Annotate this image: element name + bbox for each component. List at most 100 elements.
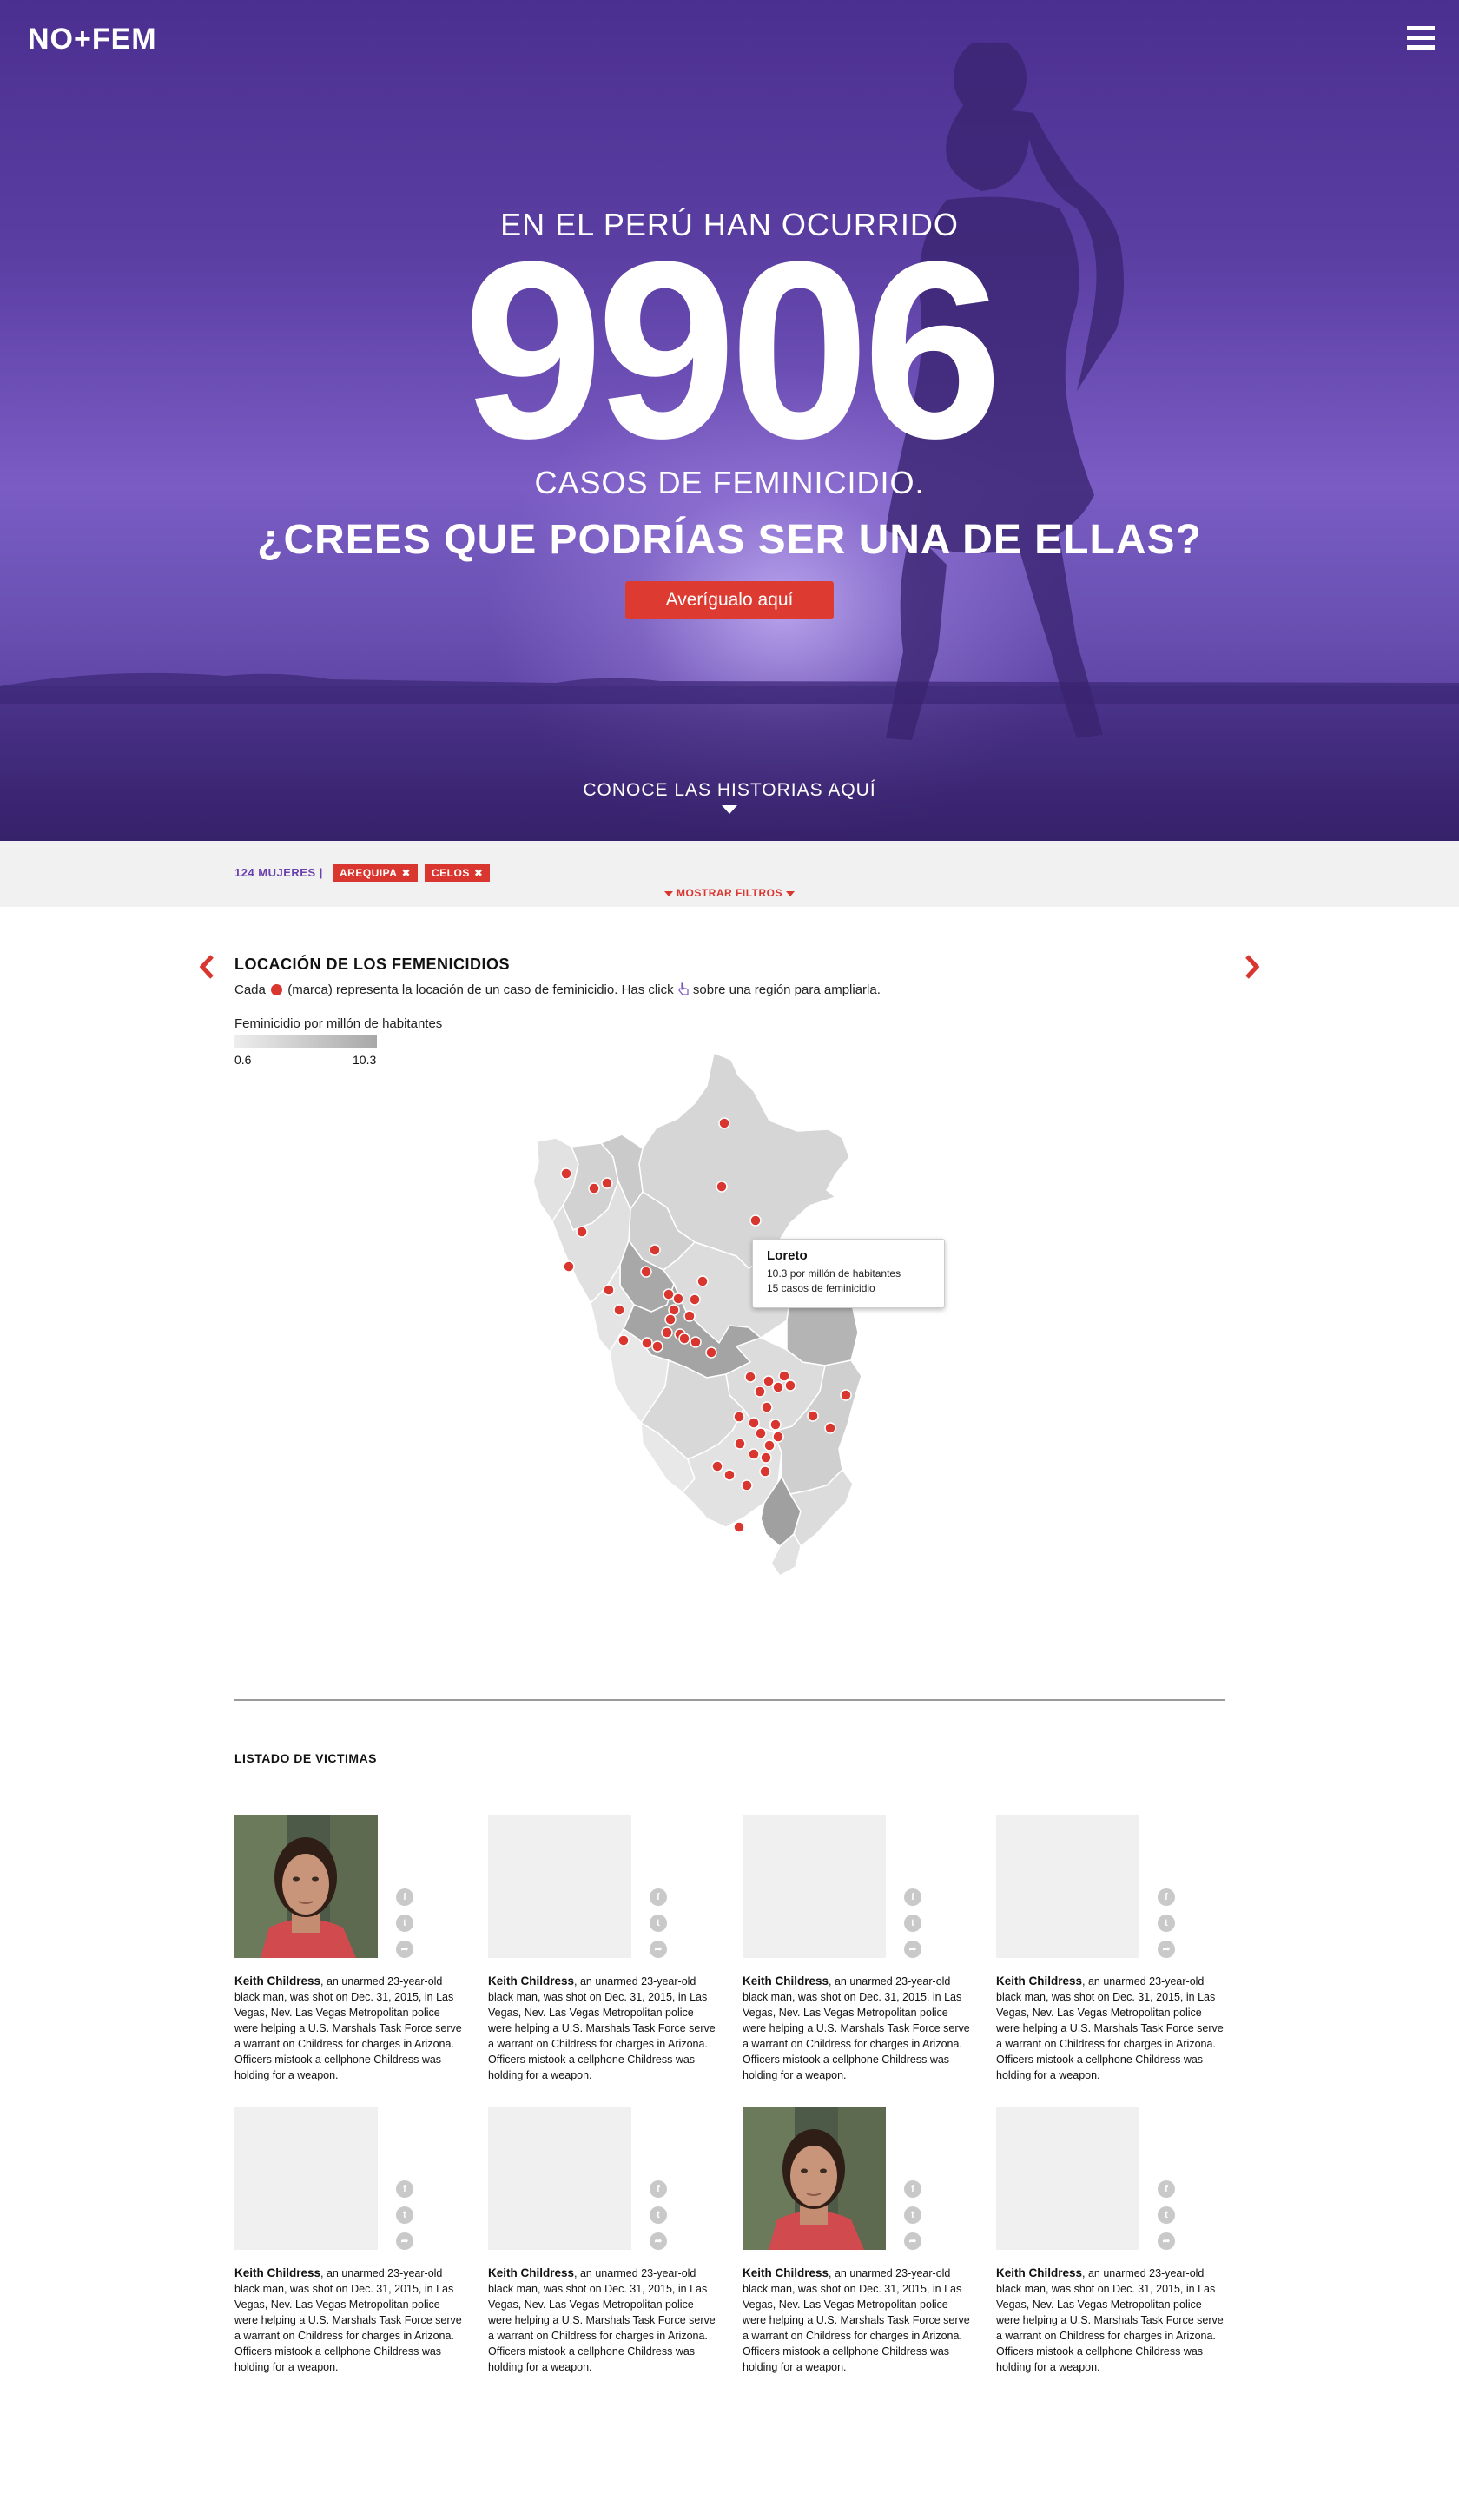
victim-description: Keith Childress, an unarmed 23-year-old …: [996, 1974, 1224, 2083]
chevron-down-icon[interactable]: [722, 805, 737, 814]
victim-card[interactable]: f t ➦ Keith Childress, an unarmed 23-year-o…: [996, 2107, 1224, 2384]
caret-down-icon: [664, 890, 674, 896]
facebook-icon[interactable]: f: [396, 2180, 413, 2198]
victim-description: Keith Childress, an unarmed 23-year-old …: [996, 2265, 1224, 2375]
map-desc-text: sobre una región para ampliarla.: [692, 982, 881, 997]
facebook-icon[interactable]: f: [650, 1888, 667, 1906]
victim-photo[interactable]: [743, 2107, 886, 2250]
twitter-icon[interactable]: t: [1158, 2206, 1175, 2224]
hero-case-count: 9906: [463, 209, 1002, 491]
hamburger-menu-icon[interactable]: [1407, 26, 1435, 50]
victim-name[interactable]: Keith Childress: [996, 1974, 1082, 1988]
hero-sea: [0, 686, 1459, 841]
victim-card[interactable]: f t ➦ Keith Childress, an unarmed 23-year-o…: [234, 1815, 462, 2093]
legend-max: 10.3: [353, 1053, 377, 1067]
share-icon[interactable]: ➦: [396, 1941, 413, 1958]
facebook-icon[interactable]: f: [650, 2180, 667, 2198]
victim-text: , an unarmed 23-year-old black man, was …: [234, 2267, 462, 2373]
tooltip-title: Loreto: [767, 1248, 808, 1263]
next-arrow-icon[interactable]: [1242, 954, 1261, 980]
victim-description: Keith Childress, an unarmed 23-year-old …: [234, 1974, 462, 2083]
victim-photo[interactable]: [234, 1815, 378, 1958]
legend-title: Feminicidio por millón de habitantes: [234, 1016, 443, 1031]
site-logo[interactable]: NO+FEM: [28, 23, 157, 56]
victim-name[interactable]: Keith Childress: [743, 1974, 829, 1988]
hero-line-2: CASOS DE FEMINICIDIO.: [534, 465, 925, 500]
victim-card[interactable]: f t ➦ Keith Childress, an unarmed 23-year-o…: [996, 1815, 1224, 2093]
caret-down-icon: [785, 890, 795, 896]
filter-tag-arequipa[interactable]: AREQUIPA ✖: [333, 864, 419, 882]
victim-description: Keith Childress, an unarmed 23-year-old …: [743, 1974, 970, 2083]
twitter-icon[interactable]: t: [904, 2206, 921, 2224]
victim-card[interactable]: f t ➦ Keith Childress, an unarmed 23-year-o…: [234, 2107, 462, 2384]
twitter-icon[interactable]: t: [650, 1915, 667, 1932]
map-title: LOCACIÓN DE LOS FEMENICIDIOS: [234, 956, 511, 973]
victim-text: , an unarmed 23-year-old black man, was …: [743, 1975, 970, 2081]
victim-photo[interactable]: [996, 1815, 1139, 1958]
legend-gradient: [234, 1035, 377, 1048]
twitter-icon[interactable]: t: [1158, 1915, 1175, 1932]
victim-text: , an unarmed 23-year-old black man, was …: [488, 1975, 716, 2081]
facebook-icon[interactable]: f: [1158, 2180, 1175, 2198]
victim-description: Keith Childress, an unarmed 23-year-old …: [234, 2265, 462, 2375]
map-description: Cada (marca) representa la locación de u…: [234, 982, 881, 997]
twitter-icon[interactable]: t: [904, 1915, 921, 1932]
victim-name[interactable]: Keith Childress: [488, 2266, 574, 2279]
share-icon[interactable]: ➦: [1158, 1941, 1175, 1958]
legend-min: 0.6: [234, 1053, 252, 1067]
facebook-icon[interactable]: f: [396, 1888, 413, 1906]
section-divider: [234, 1699, 1225, 1701]
victim-photo[interactable]: [743, 1815, 886, 1958]
share-icon[interactable]: ➦: [904, 1941, 921, 1958]
region-tooltip: Loreto 10.3 por millón de habitantes 15 …: [752, 1239, 945, 1308]
share-icon[interactable]: ➦: [904, 2232, 921, 2250]
twitter-icon[interactable]: t: [396, 2206, 413, 2224]
share-icon[interactable]: ➦: [650, 2232, 667, 2250]
find-out-button[interactable]: Averígualo aquí: [625, 581, 834, 619]
remove-icon[interactable]: ✖: [401, 867, 411, 879]
victim-description: Keith Childress, an unarmed 23-year-old …: [488, 1974, 716, 2083]
tooltip-cases: 15 casos de feminicidio: [767, 1282, 875, 1294]
victim-photo[interactable]: [488, 2107, 631, 2250]
show-filters-toggle[interactable]: MOSTRAR FILTROS: [0, 887, 1459, 899]
victim-text: , an unarmed 23-year-old black man, was …: [996, 2267, 1224, 2373]
share-icon[interactable]: ➦: [396, 2232, 413, 2250]
victim-name[interactable]: Keith Childress: [488, 1974, 574, 1988]
victim-name[interactable]: Keith Childress: [234, 1974, 320, 1988]
facebook-icon[interactable]: f: [1158, 1888, 1175, 1906]
previous-arrow-icon[interactable]: [198, 954, 217, 980]
victim-text: , an unarmed 23-year-old black man, was …: [743, 2267, 970, 2373]
victim-photo[interactable]: [488, 1815, 631, 1958]
marker-dot-icon: [271, 984, 283, 995]
victim-card[interactable]: f t ➦ Keith Childress, an unarmed 23-year-o…: [488, 2107, 716, 2384]
victim-count: 124 MUJERES |: [234, 866, 323, 879]
remove-icon[interactable]: ✖: [474, 867, 484, 879]
victim-name[interactable]: Keith Childress: [743, 2266, 829, 2279]
victim-description: Keith Childress, an unarmed 23-year-old …: [743, 2265, 970, 2375]
hand-pointer-icon: [678, 982, 689, 995]
victim-photo[interactable]: [996, 2107, 1139, 2250]
peru-map[interactable]: [521, 1051, 938, 1659]
hero-question: ¿CREES QUE PODRÍAS SER UNA DE ELLAS?: [257, 517, 1202, 563]
victim-card[interactable]: f t ➦ Keith Childress, an unarmed 23-year-o…: [743, 1815, 970, 2093]
victim-name[interactable]: Keith Childress: [234, 2266, 320, 2279]
twitter-icon[interactable]: t: [650, 2206, 667, 2224]
map-desc-text: (marca) representa la locación de un cas…: [287, 982, 674, 997]
victim-description: Keith Childress, an unarmed 23-year-old …: [488, 2265, 716, 2375]
victim-card[interactable]: f t ➦ Keith Childress, an unarmed 23-year-o…: [488, 1815, 716, 2093]
victim-text: , an unarmed 23-year-old black man, was …: [234, 1975, 462, 2081]
share-icon[interactable]: ➦: [1158, 2232, 1175, 2250]
victim-card[interactable]: f t ➦ Keith Childress, an unarmed 23-year-o…: [743, 2107, 970, 2384]
show-filters-label: MOSTRAR FILTROS: [677, 887, 782, 899]
twitter-icon[interactable]: t: [396, 1915, 413, 1932]
victims-title: LISTADO DE VICTIMAS: [234, 1751, 378, 1765]
victim-photo[interactable]: [234, 2107, 378, 2250]
filter-tag-celos[interactable]: CELOS ✖: [425, 864, 491, 882]
map-desc-text: Cada: [234, 982, 266, 997]
tooltip-rate: 10.3 por millón de habitantes: [767, 1267, 901, 1280]
stories-link[interactable]: CONOCE LAS HISTORIAS AQUÍ: [0, 780, 1459, 801]
facebook-icon[interactable]: f: [904, 1888, 921, 1906]
share-icon[interactable]: ➦: [650, 1941, 667, 1958]
victim-name[interactable]: Keith Childress: [996, 2266, 1082, 2279]
facebook-icon[interactable]: f: [904, 2180, 921, 2198]
